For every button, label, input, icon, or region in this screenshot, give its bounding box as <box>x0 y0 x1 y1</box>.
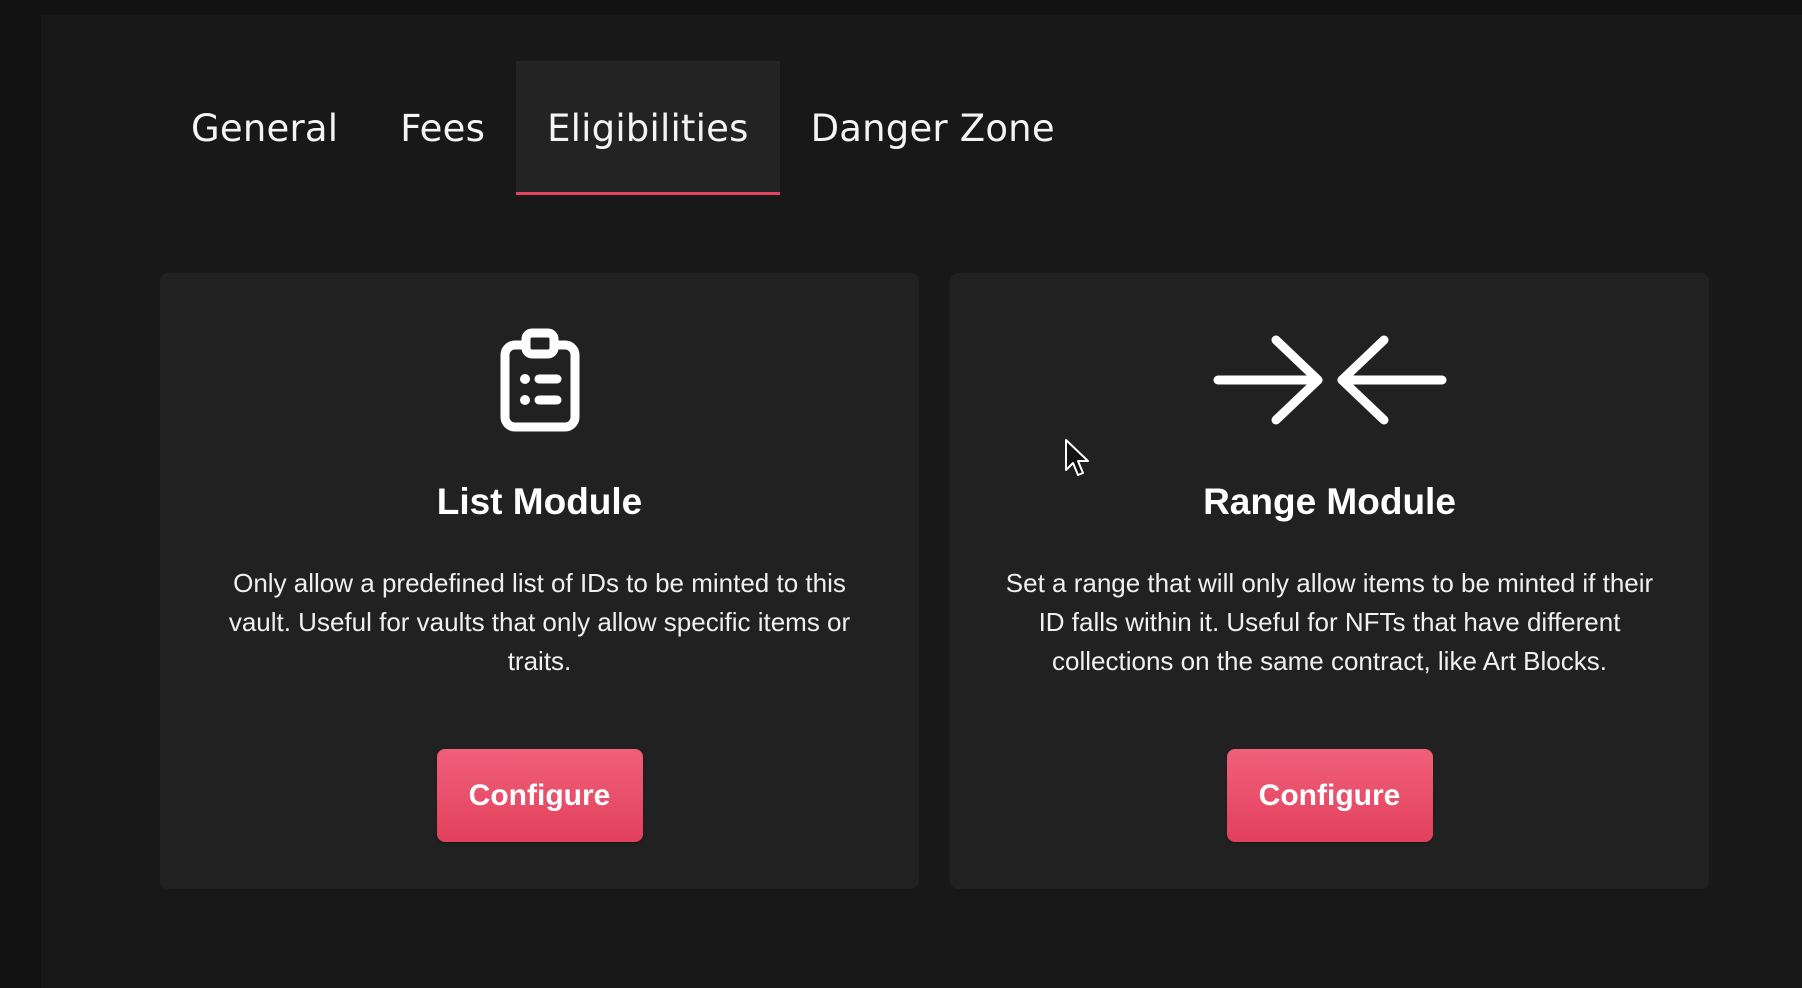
settings-tabs: General Fees Eligibilities Danger Zone <box>160 61 1086 195</box>
tab-general[interactable]: General <box>160 61 369 195</box>
clipboard-list-icon <box>160 325 919 435</box>
list-module-title: List Module <box>436 481 643 522</box>
list-module-description: Only allow a predefined list of IDs to b… <box>228 568 851 676</box>
list-module-configure-button[interactable]: Configure <box>436 749 643 842</box>
tab-fees[interactable]: Fees <box>369 61 516 195</box>
list-module-card: List Module Only allow a predefined list… <box>160 273 919 889</box>
settings-panel: General Fees Eligibilities Danger Zone L… <box>41 15 1802 988</box>
tab-danger-zone[interactable]: Danger Zone <box>780 61 1086 195</box>
mouse-cursor-icon <box>1064 438 1092 478</box>
range-module-description: Set a range that will only allow items t… <box>1005 568 1654 676</box>
range-module-card: Range Module Set a range that will only … <box>950 273 1709 889</box>
range-module-title: Range Module <box>1203 481 1456 522</box>
tab-eligibilities[interactable]: Eligibilities <box>516 61 781 195</box>
range-module-configure-button[interactable]: Configure <box>1226 749 1433 842</box>
arrows-converge-icon <box>950 325 1709 435</box>
